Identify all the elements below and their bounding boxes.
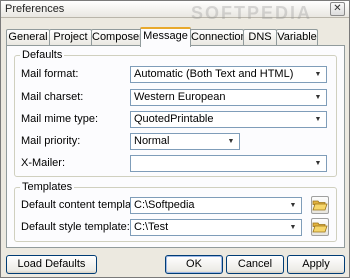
x-mailer-select[interactable]: ▼ [130,155,327,172]
dropdown-arrow-icon: ▼ [227,138,235,145]
style-template-combo[interactable]: C:\Test ▼ [130,219,302,236]
templates-group: Templates Default content template: C:\S… [14,181,337,242]
mail-charset-label: Mail charset: [21,91,84,103]
content-template-value: C:\Softpedia [134,199,195,211]
tab-variable[interactable]: Variable [276,29,318,46]
style-template-value: C:\Test [134,221,169,233]
close-button[interactable]: ✕ [330,2,345,16]
load-defaults-button[interactable]: Load Defaults [6,255,97,274]
preferences-window: Preferences ✕ SOFTPEDIA www.softpedia.co… [0,0,350,278]
ok-button[interactable]: OK [165,255,223,274]
mail-charset-select[interactable]: Western European ▼ [130,89,327,106]
title-bar: Preferences ✕ [1,1,349,18]
templates-group-title: Templates [20,181,75,193]
cancel-button[interactable]: Cancel [226,255,284,274]
folder-open-icon [312,200,328,211]
tab-general[interactable]: General [6,29,50,46]
tab-strip: General Project Composer Message Connect… [6,27,346,47]
tab-composer[interactable]: Composer [91,29,143,46]
apply-button[interactable]: Apply [287,255,345,274]
x-mailer-label: X-Mailer: [21,157,66,169]
dropdown-arrow-icon: ▼ [314,160,322,167]
mail-format-value: Automatic (Both Text and HTML) [134,68,294,80]
style-template-label: Default style template: [21,221,130,233]
browse-style-button[interactable] [311,218,329,236]
defaults-group-title: Defaults [20,49,65,61]
mail-priority-label: Mail priority: [21,135,81,147]
mail-format-select[interactable]: Automatic (Both Text and HTML) ▼ [130,66,327,83]
dropdown-arrow-icon: ▼ [314,71,322,78]
tab-connection[interactable]: Connection [190,29,247,46]
close-icon: ✕ [333,3,342,14]
tab-project[interactable]: Project [49,29,92,46]
browse-content-button[interactable] [311,196,329,214]
tab-dns[interactable]: DNS [243,29,277,46]
mail-mime-type-label: Mail mime type: [21,113,99,125]
tab-message[interactable]: Message [140,27,191,47]
dropdown-arrow-icon: ▼ [314,116,322,123]
mail-mime-type-select[interactable]: QuotedPrintable ▼ [130,111,327,128]
content-template-label: Default content template: [21,199,144,211]
folder-open-icon [312,222,328,233]
dropdown-arrow-icon: ▼ [289,224,297,231]
mail-priority-select[interactable]: Normal ▼ [130,133,240,150]
mail-mime-type-value: QuotedPrintable [134,113,214,125]
mail-format-label: Mail format: [21,68,79,80]
message-tab-panel: Defaults Mail format: Automatic (Both Te… [6,45,345,248]
dropdown-arrow-icon: ▼ [289,202,297,209]
mail-priority-value: Normal [134,135,170,147]
defaults-group: Defaults Mail format: Automatic (Both Te… [14,49,337,177]
mail-charset-value: Western European [134,91,226,103]
dropdown-arrow-icon: ▼ [314,94,322,101]
window-title: Preferences [5,3,65,15]
content-template-combo[interactable]: C:\Softpedia ▼ [130,197,302,214]
